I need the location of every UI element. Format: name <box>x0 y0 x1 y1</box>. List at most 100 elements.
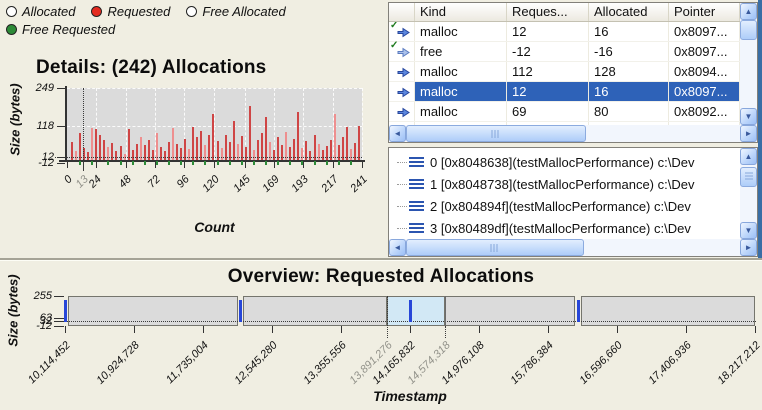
x-tick <box>303 162 304 168</box>
allocation-bar <box>204 145 206 160</box>
allocation-bar <box>132 150 134 160</box>
scroll-up-button[interactable]: ▲ <box>740 148 757 165</box>
column-header-icon[interactable] <box>389 3 415 21</box>
x-tick <box>83 162 84 171</box>
x-tick <box>96 162 97 168</box>
y-tick <box>57 126 65 127</box>
scroll-left-button[interactable]: ◄ <box>389 125 406 142</box>
window-edge <box>758 0 762 258</box>
legend-label: Allocated <box>22 4 75 19</box>
cell-requested: 12 <box>507 22 589 41</box>
free-mark <box>265 161 267 165</box>
legend-label: Free Allocated <box>202 4 285 19</box>
timestamp-tick-label: 16,596,660 <box>578 340 625 387</box>
x-tick-label: 120 <box>201 174 222 195</box>
scroll-left-button[interactable]: ◄ <box>389 239 406 256</box>
threshold-line <box>55 157 362 158</box>
stack-frame-icon <box>409 201 424 212</box>
free-mark <box>132 161 134 165</box>
cell-kind: malloc <box>415 22 507 41</box>
table-row[interactable]: ✓free-12-160x8097... <box>389 42 740 62</box>
stack-frame-text: 2 [0x804894f](testMallocPerformance) c:\… <box>430 199 691 214</box>
cell-requested: 12 <box>507 82 589 101</box>
stack-frame-item[interactable]: 3 [0x80489df](testMallocPerformance) c:\… <box>389 217 738 239</box>
free-mark <box>338 161 340 165</box>
x-tick-label: 217 <box>320 174 341 195</box>
cell-allocated: 16 <box>589 82 669 101</box>
allocation-bar <box>128 129 130 160</box>
stack-frame-item[interactable]: 1 [0x8048738](testMallocPerformance) c:\… <box>389 173 738 195</box>
memory-profiler-window: Allocated Requested Free Allocated Free Req… <box>0 0 762 410</box>
x-tick <box>362 162 363 168</box>
column-header-Allocated[interactable]: Allocated <box>589 3 669 21</box>
allocation-bar <box>249 106 251 160</box>
allocation-bar <box>301 148 303 160</box>
allocation-bar <box>192 127 194 160</box>
stack-frame-item[interactable]: 2 [0x804894f](testMallocPerformance) c:\… <box>389 195 738 217</box>
check-icon: ✓ <box>390 40 398 51</box>
stack-frame-text: 0 [0x8048638](testMallocPerformance) c:\… <box>430 155 694 170</box>
table-row[interactable]: malloc1121280x8094... <box>389 62 740 82</box>
cell-pointer: 0x8097... <box>669 82 740 101</box>
free-allocated-radio-icon <box>186 6 197 17</box>
free-mark <box>217 161 219 165</box>
free-requested-radio-icon <box>6 24 17 35</box>
legend-item-free-allocated[interactable]: Free Allocated <box>186 3 285 19</box>
legend-item-allocated[interactable]: Allocated <box>6 3 75 19</box>
allocation-bar <box>136 144 138 160</box>
allocation-bar <box>212 114 214 160</box>
x-tick <box>126 162 127 168</box>
stack-frame-item[interactable]: 0 [0x8048638](testMallocPerformance) c:\… <box>389 151 738 173</box>
legend-item-free-requested[interactable]: Free Requested <box>6 21 115 37</box>
table-row[interactable]: ✓malloc12160x8097... <box>389 22 740 42</box>
x-tick <box>617 326 618 333</box>
x-tick-label: 169 <box>261 174 282 195</box>
table-hscrollbar-thumb[interactable] <box>406 125 586 142</box>
selected-count-line <box>83 88 84 170</box>
table-row[interactable]: malloc69800x8092... <box>389 102 740 122</box>
allocation-bar <box>350 149 352 160</box>
free-mark <box>229 161 231 165</box>
list-vscrollbar-thumb[interactable] <box>740 167 757 187</box>
free-mark <box>120 161 122 165</box>
malloc-icon <box>389 102 415 121</box>
overview-y-axis-label: Size (bytes) <box>6 265 21 357</box>
free-mark <box>350 161 352 165</box>
y-tick-label: -12 <box>18 321 52 331</box>
scroll-down-button[interactable]: ▼ <box>740 222 757 239</box>
scroll-right-button[interactable]: ► <box>740 239 757 256</box>
column-header-Reques...[interactable]: Reques... <box>507 3 589 21</box>
y-tick <box>57 163 65 164</box>
cell-requested: 69 <box>507 102 589 121</box>
table-vscrollbar-thumb[interactable] <box>740 20 757 40</box>
table-row[interactable]: malloc12160x8097... <box>389 82 740 102</box>
list-hscrollbar-thumb[interactable] <box>406 239 584 256</box>
scroll-up-button[interactable]: ▲ <box>740 3 757 20</box>
series-legend: Allocated Requested Free Allocated Free Req… <box>6 3 351 37</box>
legend-label: Requested <box>107 4 170 19</box>
scroll-down-button[interactable]: ▼ <box>740 108 757 125</box>
tree-stub-line <box>397 184 407 185</box>
x-tick-label: 48 <box>117 174 133 190</box>
scrollbar-grip-icon <box>745 173 753 182</box>
column-header-Pointer[interactable]: Pointer <box>669 3 740 21</box>
x-tick <box>65 326 66 333</box>
allocation-bar <box>265 117 267 160</box>
details-x-axis-line <box>59 160 365 162</box>
selection-end-line <box>445 296 446 326</box>
gridline-vertical <box>362 88 363 160</box>
allocation-bar <box>172 128 174 160</box>
free-icon: ✓ <box>389 42 415 61</box>
free-mark <box>168 161 170 165</box>
details-plot-area[interactable] <box>67 88 362 160</box>
free-mark <box>253 161 255 165</box>
scrollbar-grip-icon <box>492 130 501 138</box>
timestamp-tick-label: 12,545,280 <box>233 340 280 387</box>
column-header-Kind[interactable]: Kind <box>415 3 507 21</box>
scroll-right-button[interactable]: ► <box>740 125 757 142</box>
legend-item-requested[interactable]: Requested <box>91 3 170 19</box>
allocation-bar <box>281 145 283 160</box>
x-tick <box>333 162 334 168</box>
allocation-bar <box>334 114 336 160</box>
free-mark <box>277 161 279 165</box>
